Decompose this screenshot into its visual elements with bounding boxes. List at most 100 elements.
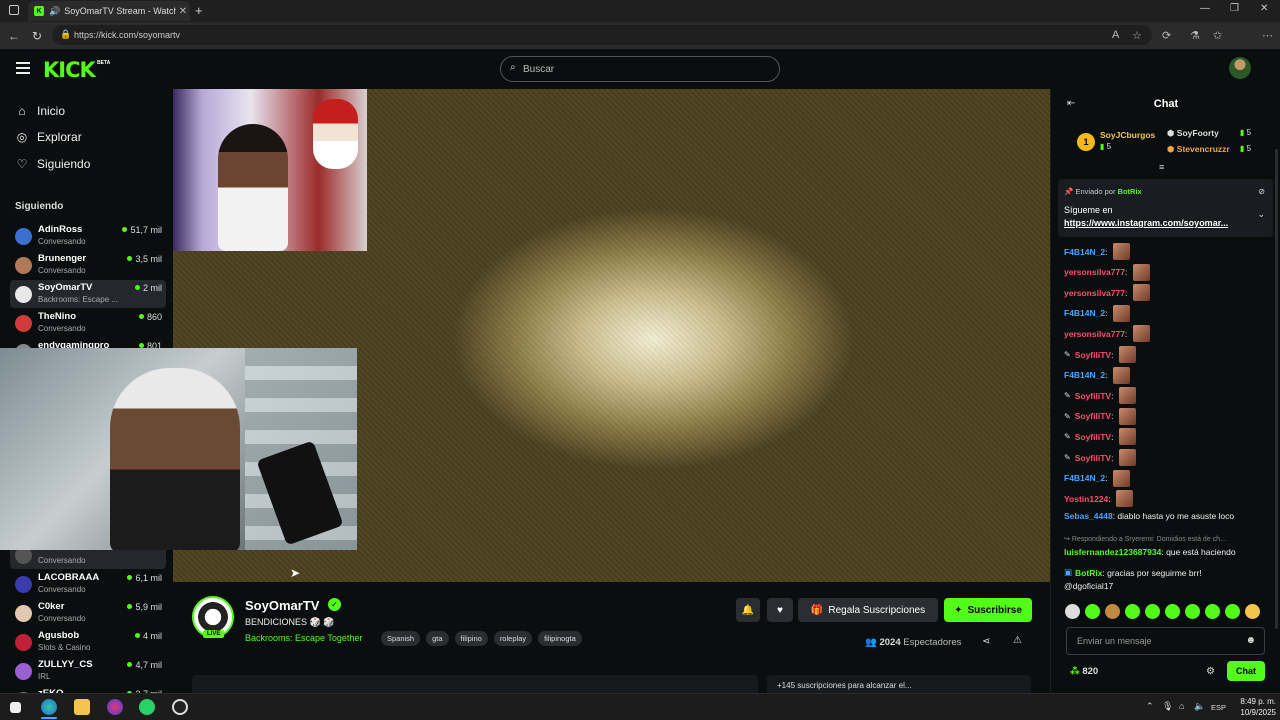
chat-username[interactable]: SoyfiliTV <box>1075 391 1111 401</box>
emoji-icon[interactable]: ☻ <box>1245 635 1256 646</box>
close-tab-icon[interactable]: ✕ <box>176 6 190 17</box>
chat-username[interactable]: SoyfiliTV <box>1075 453 1111 463</box>
network-icon[interactable]: ⌂ <box>1179 701 1184 711</box>
emote-icon[interactable] <box>1065 604 1080 619</box>
emote-icon[interactable] <box>1105 604 1120 619</box>
whatsapp-icon[interactable] <box>139 699 155 715</box>
tab-actions-icon[interactable] <box>9 5 19 15</box>
split-screen-icon[interactable]: ⚗ <box>1190 29 1200 42</box>
chat-username[interactable]: F4B14N_2 <box>1064 370 1105 380</box>
sidebar-channel[interactable]: ZULLYY_CS IRL 4,7 mil <box>10 657 166 685</box>
menu-icon[interactable] <box>16 62 30 74</box>
extensions-icon[interactable]: ⟳ <box>1162 29 1171 42</box>
report-icon[interactable]: ⚠ <box>1013 635 1022 646</box>
sidebar-item-explorar[interactable]: ◎ Explorar <box>15 130 82 144</box>
emote-icon[interactable] <box>1185 604 1200 619</box>
edge-icon[interactable] <box>41 699 57 715</box>
close-window-icon[interactable]: ✕ <box>1260 3 1268 14</box>
chat-username[interactable]: F4B14N_2 <box>1064 473 1105 483</box>
sidebar-item-inicio[interactable]: ⌂ Inicio <box>15 104 65 118</box>
language-indicator[interactable]: ESP <box>1211 703 1226 712</box>
sidebar-channel[interactable]: Brunenger Conversando 3,5 mil <box>10 251 166 279</box>
file-explorer-icon[interactable] <box>74 699 90 715</box>
leader-name[interactable]: SoyJCburgos <box>1100 130 1155 140</box>
sidebar-channel[interactable]: TheNino Conversando 860 <box>10 309 166 337</box>
search-input[interactable]: ⌕ Buscar <box>500 56 780 82</box>
chevron-up-icon[interactable]: ⌃ <box>1146 701 1154 712</box>
stream-tag[interactable]: Spanish <box>381 631 421 646</box>
leader-name[interactable]: ⬢ Stevencruzzr <box>1167 144 1230 155</box>
subscribe-button[interactable]: ✦ Suscribirse <box>944 598 1032 622</box>
address-bar[interactable]: 🔒 https://kick.com/soyomartv <box>52 25 1152 45</box>
user-avatar[interactable] <box>1229 57 1251 79</box>
stream-tag[interactable]: filipino <box>454 631 488 646</box>
favorite-star-icon[interactable]: ☆ <box>1132 29 1142 42</box>
chat-username[interactable]: SoyfiliTV <box>1075 432 1111 442</box>
app-icon[interactable] <box>107 699 123 715</box>
emote-icon[interactable] <box>1165 604 1180 619</box>
channel-points[interactable]: ⁂ 820 <box>1070 666 1098 677</box>
chat-username[interactable]: SoyfiliTV <box>1075 411 1111 421</box>
chat-username[interactable]: Sebas_4448 <box>1064 511 1113 521</box>
read-aloud-icon[interactable]: A <box>1112 29 1119 41</box>
volume-icon[interactable]: 🔈 <box>1194 701 1205 712</box>
chat-username[interactable]: yersonsilva777 <box>1064 288 1125 298</box>
back-icon[interactable]: ← <box>8 29 20 43</box>
pinned-link[interactable]: https://www.instagram.com/soyomar... <box>1064 218 1249 228</box>
gear-icon[interactable]: ⚙ <box>1206 666 1215 677</box>
refresh-icon[interactable]: ↻ <box>32 29 42 43</box>
clock[interactable]: 8:49 p. m. 10/9/2025 <box>1234 696 1276 718</box>
emote-icon[interactable] <box>1085 604 1100 619</box>
sidebar-channel[interactable]: C0ker Conversando 5,9 mil <box>10 599 166 627</box>
chat-username[interactable]: yersonsilva777 <box>1064 329 1125 339</box>
chat-username[interactable]: F4B14N_2 <box>1064 247 1105 257</box>
more-icon[interactable]: ⋯ <box>1262 29 1273 42</box>
minimize-icon[interactable]: — <box>1200 3 1210 14</box>
chat-scrollbar[interactable] <box>1275 149 1278 629</box>
chevron-down-icon[interactable]: ⌄ <box>1257 209 1265 220</box>
chat-filter-icon[interactable]: ≡ <box>1159 162 1164 172</box>
emote-icon[interactable] <box>1145 604 1160 619</box>
sidebar-channel[interactable]: LACOBRAAA Conversando 6,1 mil <box>10 570 166 598</box>
chat-input[interactable]: Enviar un mensaje ☻ <box>1066 627 1265 655</box>
gift-subscriptions-button[interactable]: 🎁 Regala Suscripciones <box>798 598 938 622</box>
send-chat-button[interactable]: Chat <box>1227 661 1265 681</box>
mic-icon[interactable]: 🎙 <box>1162 701 1173 712</box>
restore-icon[interactable]: ❐ <box>1230 3 1239 14</box>
kick-logo[interactable]: KICK <box>43 58 96 82</box>
stream-tag[interactable]: roleplay <box>493 631 533 646</box>
pinned-message[interactable]: 📌 Enviado por BotRix ⊘ Sígueme en https:… <box>1058 179 1273 237</box>
browser-tab[interactable]: K 🔊 SoyOmarTV Stream - Watch ✕ <box>28 1 190 21</box>
beta-badge: BETA <box>97 60 111 66</box>
follow-heart-button[interactable]: ♥ <box>767 598 793 622</box>
sidebar-item-siguiendo[interactable]: ♡ Siguiendo <box>15 157 91 171</box>
sidebar-channel[interactable]: zEKO3,7 mil <box>10 686 166 693</box>
windows-start-icon[interactable] <box>10 702 21 713</box>
emote-icon[interactable] <box>1125 604 1140 619</box>
emote-image <box>1118 428 1136 446</box>
share-icon[interactable]: ⋖ <box>982 636 990 647</box>
obs-icon[interactable] <box>172 699 188 715</box>
sidebar-channel[interactable]: Agusbob Slots & Casino 4 mil <box>10 628 166 656</box>
notification-bell-button[interactable]: 🔔 <box>736 598 760 622</box>
new-tab-icon[interactable]: + <box>195 3 203 18</box>
channel-name[interactable]: SoyOmarTV <box>245 598 319 613</box>
emote-icon[interactable] <box>1225 604 1240 619</box>
stream-tag[interactable]: filipinogta <box>538 631 582 646</box>
favorites-icon[interactable]: ✩ <box>1213 29 1222 42</box>
stream-category[interactable]: Backrooms: Escape Together <box>245 633 362 643</box>
emote-icon[interactable] <box>1245 604 1260 619</box>
emote-icon[interactable] <box>1205 604 1220 619</box>
chat-username[interactable]: yersonsilva777 <box>1064 267 1125 277</box>
live-dot-icon <box>127 256 133 261</box>
chat-username[interactable]: SoyfiliTV <box>1075 350 1111 360</box>
sidebar-channel[interactable]: AdinRoss Conversando 51,7 mil <box>10 222 166 250</box>
unpin-icon[interactable]: ⊘ <box>1258 187 1265 196</box>
chat-username[interactable]: Yostin1224 <box>1064 494 1108 504</box>
stream-tag[interactable]: gta <box>426 631 449 646</box>
leader-name[interactable]: ⬢ SoyFoorty <box>1167 128 1219 139</box>
chat-username[interactable]: F4B14N_2 <box>1064 308 1105 318</box>
sidebar-channel[interactable]: SoyOmarTV Backrooms: Escape ... 2 mil <box>10 280 166 308</box>
stream-info: LIVE SoyOmarTV ✓ BENDICIONES 🎲 🎲 Backroo… <box>173 582 1050 693</box>
speaker-icon[interactable]: 🔊 <box>49 6 60 17</box>
